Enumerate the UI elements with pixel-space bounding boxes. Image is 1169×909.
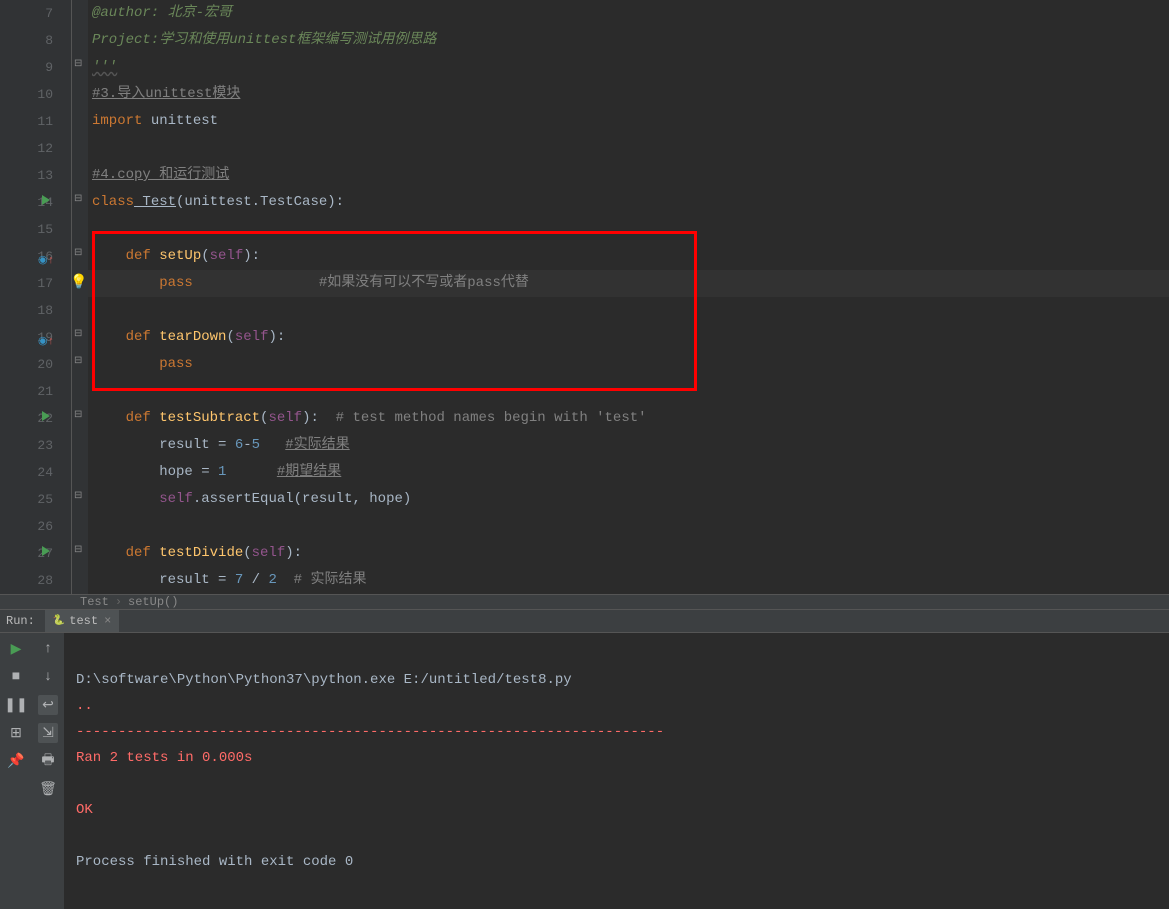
- fold-column: ⊟ ⊟ ⊟ ⊟ ⊟ ⊟ ⊟ ⊟ ⊟: [72, 0, 88, 594]
- editor-area: 7 8 9 10 11 12 13 14 15 16◉↑ 17 18 19◉↑ …: [0, 0, 1169, 594]
- layout-icon[interactable]: ⊞: [6, 723, 26, 743]
- console-line: Ran 2 tests in 0.000s: [76, 750, 252, 766]
- run-toolbar-left: ▶ ■ ❚❚ ⊞ 📌: [0, 633, 32, 909]
- gutter-line[interactable]: 20: [0, 351, 71, 378]
- code-text: unittest: [142, 113, 218, 129]
- code-text: #4.copy 和运行测试: [92, 167, 229, 183]
- console-line: ----------------------------------------…: [76, 724, 664, 740]
- run-tab-label: test: [69, 614, 98, 628]
- fold-icon[interactable]: ⊟: [74, 58, 82, 70]
- gutter-line[interactable]: 18: [0, 297, 71, 324]
- run-test-icon[interactable]: [42, 411, 50, 421]
- gutter-line[interactable]: 13: [0, 162, 71, 189]
- gutter-line[interactable]: 22: [0, 405, 71, 432]
- python-file-icon: 🐍: [53, 615, 65, 627]
- gutter-line[interactable]: 16◉↑: [0, 243, 71, 270]
- run-panel-header: Run: 🐍 test ×: [0, 610, 1169, 633]
- gutter-line[interactable]: 12: [0, 135, 71, 162]
- line-gutter: 7 8 9 10 11 12 13 14 15 16◉↑ 17 18 19◉↑ …: [0, 0, 72, 594]
- console-output[interactable]: D:\software\Python\Python37\python.exe E…: [64, 633, 1169, 909]
- gutter-line[interactable]: 14: [0, 189, 71, 216]
- fold-icon[interactable]: ⊟: [74, 544, 82, 556]
- scroll-end-icon[interactable]: ⇲: [38, 723, 58, 743]
- run-toolbar-inner: ↑ ↓ ↩ ⇲ 🖶 🗑: [32, 633, 64, 909]
- gutter-line[interactable]: 15: [0, 216, 71, 243]
- fold-icon[interactable]: ⊟: [74, 328, 82, 340]
- code-text: ''': [92, 59, 117, 75]
- pin-icon[interactable]: 📌: [6, 751, 26, 771]
- gutter-line[interactable]: 10: [0, 81, 71, 108]
- console-line: D:\software\Python\Python37\python.exe E…: [76, 672, 572, 688]
- gutter-line[interactable]: 8: [0, 27, 71, 54]
- gutter-line[interactable]: 11: [0, 108, 71, 135]
- down-icon[interactable]: ↓: [38, 667, 58, 687]
- rerun-icon[interactable]: ▶: [6, 639, 26, 659]
- gutter-line[interactable]: 7: [0, 0, 71, 27]
- console-line: Process finished with exit code 0: [76, 854, 353, 870]
- gutter-line[interactable]: 9: [0, 54, 71, 81]
- intention-bulb-icon[interactable]: 💡: [70, 270, 87, 297]
- gutter-line[interactable]: 21: [0, 378, 71, 405]
- console-line: OK: [76, 802, 93, 818]
- gutter-line[interactable]: 28: [0, 567, 71, 594]
- gutter-line[interactable]: 25: [0, 486, 71, 513]
- code-text: import: [92, 113, 142, 129]
- run-test-icon[interactable]: [42, 546, 50, 556]
- code-text: #3.导入unittest模块: [92, 86, 240, 102]
- gutter-line[interactable]: 17: [0, 270, 71, 297]
- fold-icon[interactable]: ⊟: [74, 247, 82, 259]
- run-label: Run:: [6, 614, 35, 628]
- run-class-icon[interactable]: [42, 195, 50, 205]
- stop-icon[interactable]: ■: [6, 667, 26, 687]
- breadcrumb-item[interactable]: Test: [80, 595, 109, 609]
- gutter-line[interactable]: 23: [0, 432, 71, 459]
- code-text: class: [92, 194, 134, 210]
- code-text: @author: 北京-宏哥: [92, 5, 232, 21]
- run-panel: ▶ ■ ❚❚ ⊞ 📌 ↑ ↓ ↩ ⇲ 🖶 🗑 D:\software\Pytho…: [0, 633, 1169, 909]
- gutter-line[interactable]: 19◉↑: [0, 324, 71, 351]
- fold-icon[interactable]: ⊟: [74, 490, 82, 502]
- soft-wrap-icon[interactable]: ↩: [38, 695, 58, 715]
- code-text: Project:学习和使用unittest框架编写测试用例思路: [92, 32, 436, 48]
- run-tab[interactable]: 🐍 test ×: [45, 610, 119, 632]
- gutter-line[interactable]: 26: [0, 513, 71, 540]
- fold-icon[interactable]: ⊟: [74, 355, 82, 367]
- code-editor[interactable]: @author: 北京-宏哥 Project:学习和使用unittest框架编写…: [88, 0, 1169, 594]
- up-icon[interactable]: ↑: [38, 639, 58, 659]
- trash-icon[interactable]: 🗑: [38, 779, 58, 799]
- gutter-line[interactable]: 27: [0, 540, 71, 567]
- print-icon[interactable]: 🖶: [38, 751, 58, 771]
- gutter-line[interactable]: 24: [0, 459, 71, 486]
- fold-icon[interactable]: ⊟: [74, 193, 82, 205]
- pause-icon[interactable]: ❚❚: [6, 695, 26, 715]
- breadcrumb-item[interactable]: setUp(): [128, 595, 178, 609]
- console-line: ..: [76, 698, 93, 714]
- fold-icon[interactable]: ⊟: [74, 409, 82, 421]
- close-tab-icon[interactable]: ×: [104, 614, 111, 628]
- breadcrumb-bar: Test › setUp(): [0, 594, 1169, 610]
